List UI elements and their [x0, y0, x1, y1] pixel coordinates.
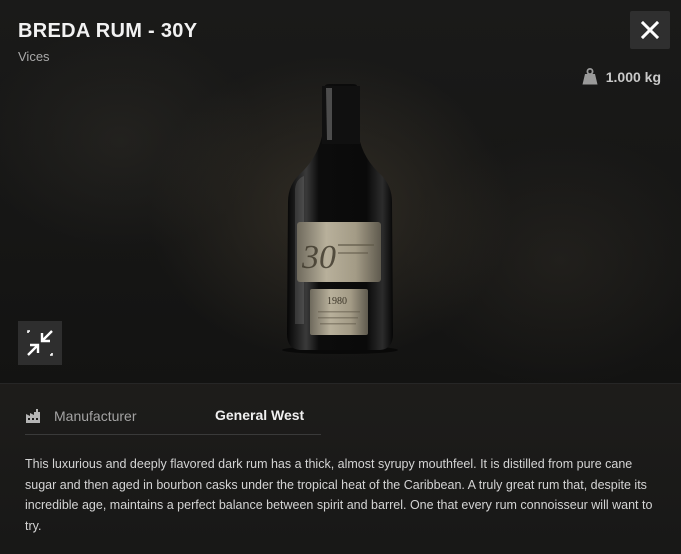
weight-icon: [582, 68, 598, 85]
spec-label: Manufacturer: [54, 408, 137, 424]
spec-row-manufacturer: Manufacturer General West: [25, 404, 321, 435]
item-category: Vices: [18, 49, 50, 64]
factory-icon: [26, 409, 40, 423]
close-icon: [641, 21, 659, 39]
collapse-view-button[interactable]: [18, 321, 62, 365]
bottle-label-number: 30: [301, 239, 336, 276]
weight-value: 1.000 kg: [605, 68, 661, 85]
collapse-icon: [27, 330, 53, 356]
item-description: This luxurious and deeply flavored dark …: [25, 457, 653, 533]
item-details: Manufacturer General West This luxurious…: [0, 383, 681, 554]
item-bottle-image: 30 1980: [282, 84, 398, 354]
bottle-label-year: 1980: [327, 296, 347, 307]
item-title: BREDA RUM - 30Y: [18, 20, 198, 42]
item-preview-area: BREDA RUM - 30Y Vices 1.000 kg 30 1980: [0, 0, 681, 383]
item-inspect-panel: BREDA RUM - 30Y Vices 1.000 kg 30 1980 M…: [0, 0, 681, 554]
spec-value: General West: [215, 407, 305, 423]
close-button[interactable]: [630, 11, 670, 49]
item-weight: 1.000 kg: [582, 68, 661, 85]
